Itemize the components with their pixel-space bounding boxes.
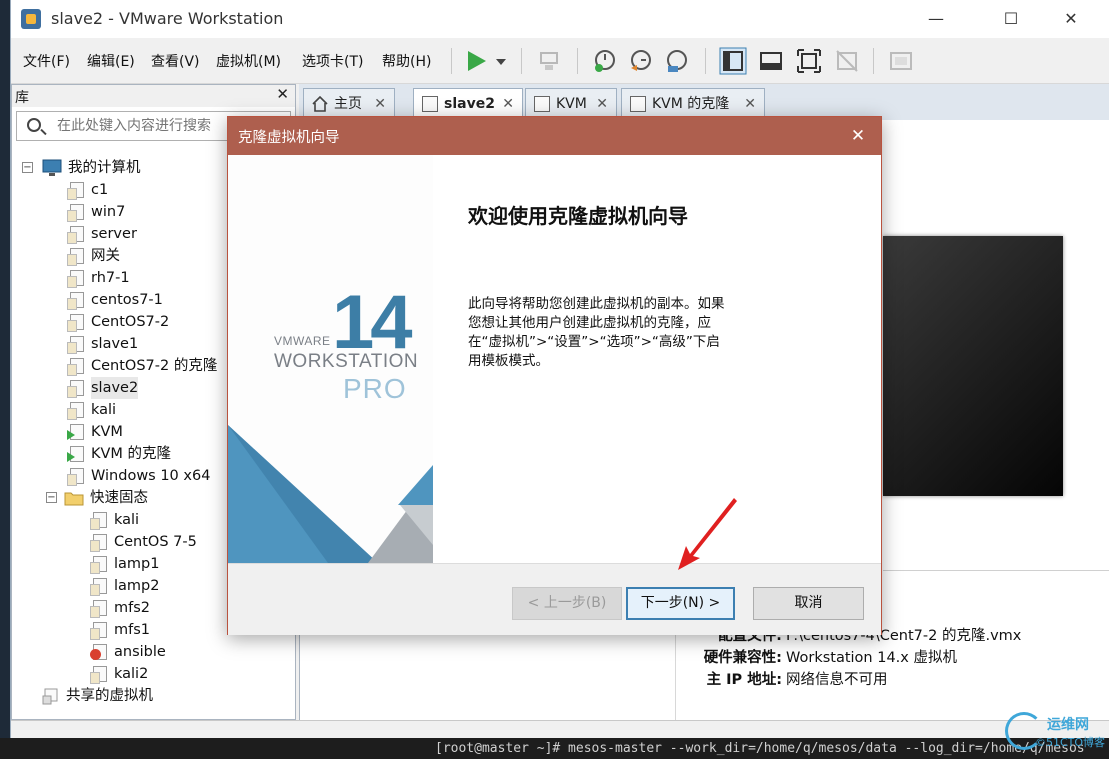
dialog-close-button[interactable]: ✕ [835,117,881,155]
search-icon [27,118,41,132]
library-title: 库 [15,90,29,106]
menu-file[interactable]: 文件(F) [23,51,70,71]
vm-icon [67,468,86,486]
menu-bar: 文件(F) 编辑(E) 查看(V) 虚拟机(M) 选项卡(T) 帮助(H) [11,38,1109,84]
cancel-button[interactable]: 取消 [753,587,864,620]
vm-icon [534,96,550,112]
banner-shapes [228,425,433,563]
vm-running-icon [67,424,86,441]
vm-icon [90,556,109,574]
menu-edit[interactable]: 编辑(E) [87,51,135,71]
dialog-title-bar: 克隆虚拟机向导 ✕ [228,117,881,155]
shared-vms-icon [42,688,58,705]
watermark-line2: ©51CTO博客 [1035,736,1106,749]
vm-running-icon [67,446,86,463]
tab-bar: 主页 ✕ slave2 ✕ KVM ✕ KVM 的克隆 ✕ [299,84,1109,120]
vm-icon [67,380,86,398]
vm-icon [67,270,86,288]
folder-icon [64,492,84,506]
power-on-icon[interactable] [463,47,491,75]
brand-product: WORKSTATION [274,351,419,372]
close-icon[interactable]: ✕ [596,89,608,119]
status-bar [11,720,1109,738]
watermark-line1: 运维网 [1047,717,1089,733]
console-view-icon[interactable] [887,47,915,75]
dialog-footer: < 上一步(B) 下一步(N) > 取消 [228,563,881,635]
vm-icon [90,666,109,684]
vm-icon [90,534,109,552]
vm-icon [67,314,86,332]
detail-primary-ip: 主 IP 地址: 网络信息不可用 [706,672,888,688]
brand-edition: PRO [343,373,407,404]
close-window-button[interactable]: ✕ [1046,0,1096,38]
minimize-button[interactable]: — [911,0,961,38]
show-library-icon[interactable] [719,47,747,75]
library-close-button[interactable]: ✕ [276,85,289,103]
vm-icon [67,402,86,420]
vm-icon [67,204,86,222]
dialog-title: 克隆虚拟机向导 [238,130,340,146]
dialog-body: 14 VMWARE WORKSTATION PRO 欢迎使用克隆虚拟机向导 此向… [228,155,881,563]
window-title: slave2 - VMware Workstation [51,9,284,28]
menu-vm[interactable]: 虚拟机(M) [216,51,281,71]
annotation-arrow-icon [678,498,737,570]
clone-vm-wizard-dialog: 克隆虚拟机向导 ✕ 14 VMWARE WORKSTATION PRO 欢迎使用… [227,116,882,635]
next-button[interactable]: 下一步(N) > [626,587,735,620]
vm-icon [90,622,109,640]
watermark-logo: 运维网 ©51CTO博客 [1005,712,1109,752]
vm-icon [630,96,646,112]
vm-icon [67,248,86,266]
vm-icon [90,600,109,618]
detail-hardware-compat: 硬件兼容性: Workstation 14.x 虚拟机 [703,650,957,666]
menu-tabs[interactable]: 选项卡(T) [302,51,363,71]
thumbnail-bar-icon[interactable] [757,47,785,75]
title-bar: slave2 - VMware Workstation — ☐ ✕ [11,0,1109,38]
library-header: 库 ✕ [12,85,295,107]
vmware-logo-icon [21,9,41,29]
wizard-banner: 14 VMWARE WORKSTATION PRO [228,155,433,563]
computer-icon [42,159,62,176]
wizard-heading: 欢迎使用克隆虚拟机向导 [468,204,688,228]
vm-icon [67,336,86,354]
close-icon[interactable]: ✕ [502,89,514,119]
vm-screen-preview[interactable] [883,236,1063,496]
brand-vendor: VMWARE [274,334,331,348]
snapshot-icon[interactable] [591,47,619,75]
menu-help[interactable]: 帮助(H) [382,51,431,71]
unity-icon[interactable] [833,47,861,75]
send-keys-icon[interactable] [535,47,563,75]
vm-icon [422,96,438,112]
maximize-button[interactable]: ☐ [986,0,1036,38]
collapse-icon[interactable]: − [22,162,33,173]
vm-icon [67,226,86,244]
vm-icon [67,182,86,200]
vm-icon [90,578,109,596]
background-terminal-strip [0,0,10,759]
full-screen-icon[interactable] [795,47,823,75]
wizard-description: 此向导将帮助您创建此虚拟机的副本。如果您想让其他用户创建此虚拟机的克隆，应在“虚… [468,296,725,369]
vm-icon [90,512,109,530]
back-button[interactable]: < 上一步(B) [512,587,622,620]
vm-icon [67,292,86,310]
menu-view[interactable]: 查看(V) [151,51,200,71]
revert-snapshot-icon[interactable] [627,47,655,75]
vm-icon [67,358,86,376]
snapshot-manager-icon[interactable] [663,47,691,75]
vm-error-icon [90,644,109,661]
background-terminal-line: [root@master ~]# mesos-master --work_dir… [0,738,1109,759]
home-icon [312,96,328,112]
collapse-icon[interactable]: − [46,492,57,503]
close-icon[interactable]: ✕ [374,89,386,119]
close-icon[interactable]: ✕ [744,89,756,119]
power-dropdown-icon[interactable] [493,47,509,75]
